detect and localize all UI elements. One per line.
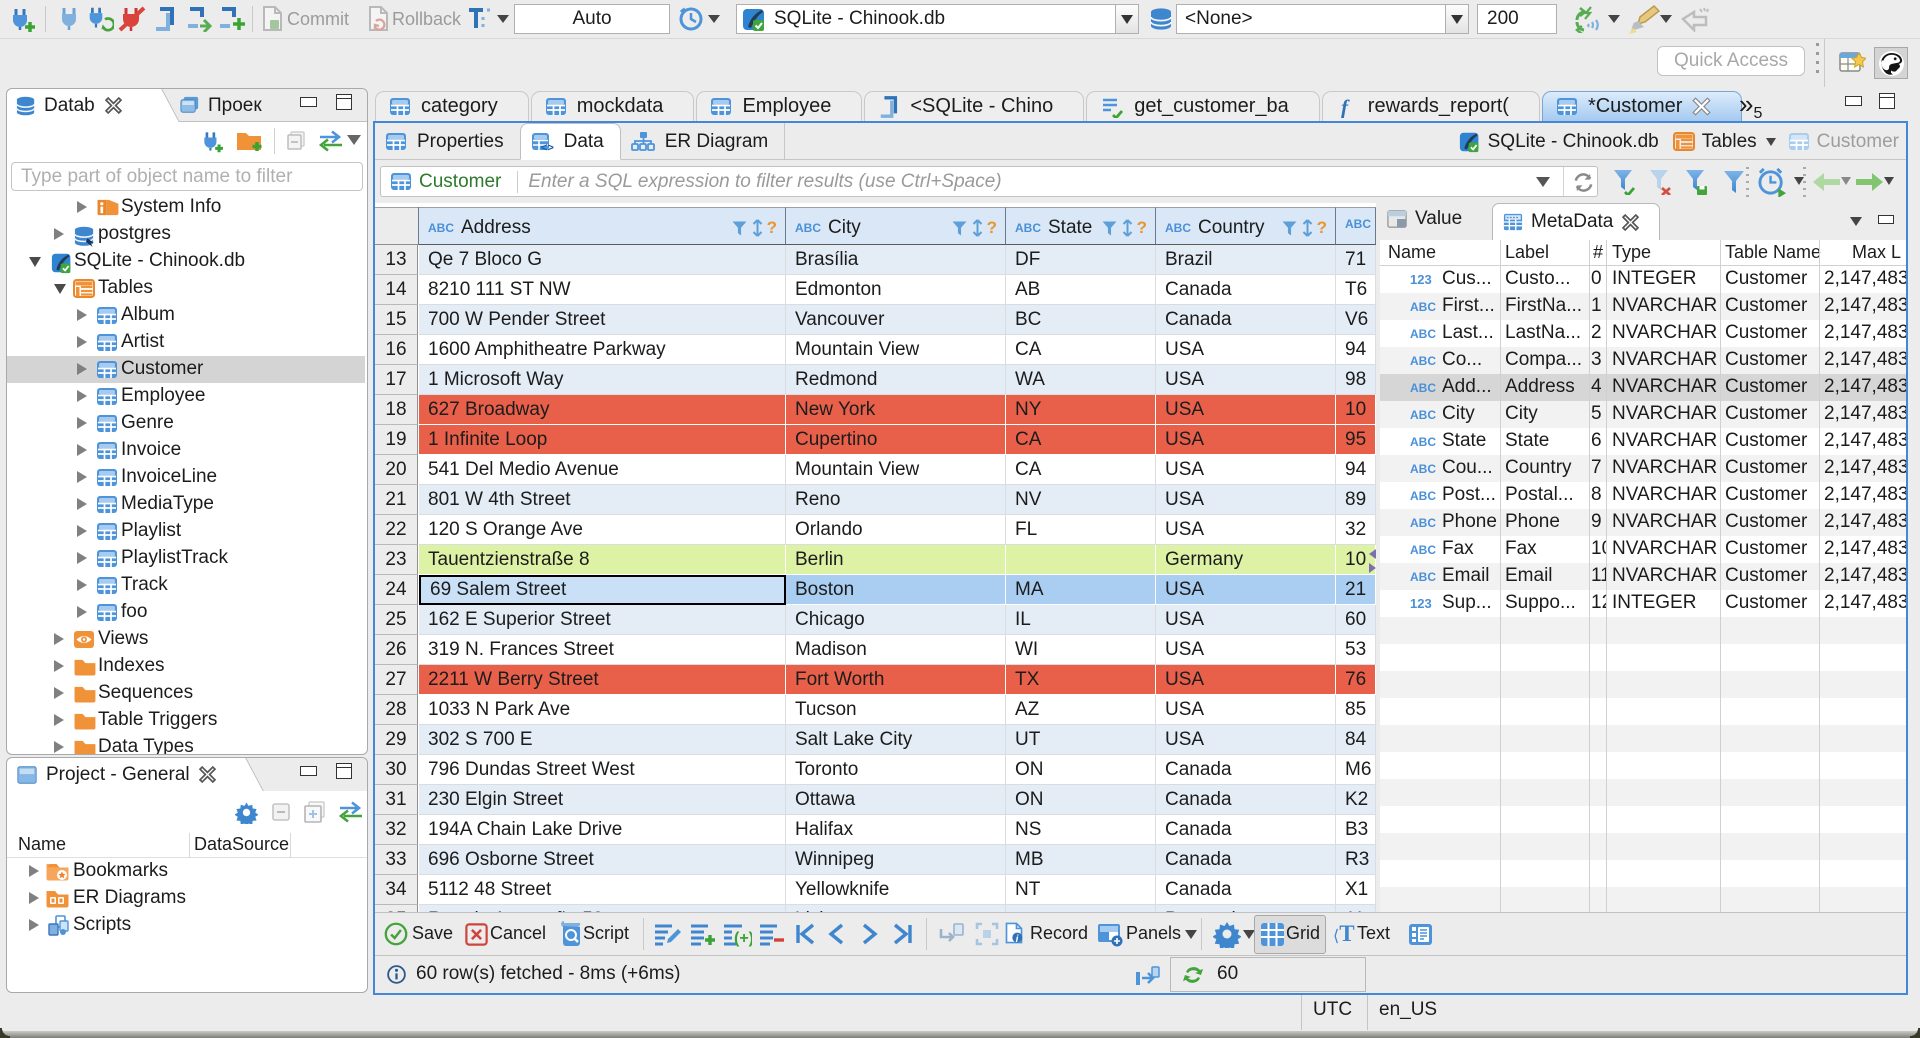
- svg-text:f: f: [1341, 96, 1350, 118]
- svg-text:i: i: [1016, 934, 1019, 945]
- svg-text:<>: <>: [541, 142, 554, 152]
- svg-text:(+): (+): [734, 930, 752, 947]
